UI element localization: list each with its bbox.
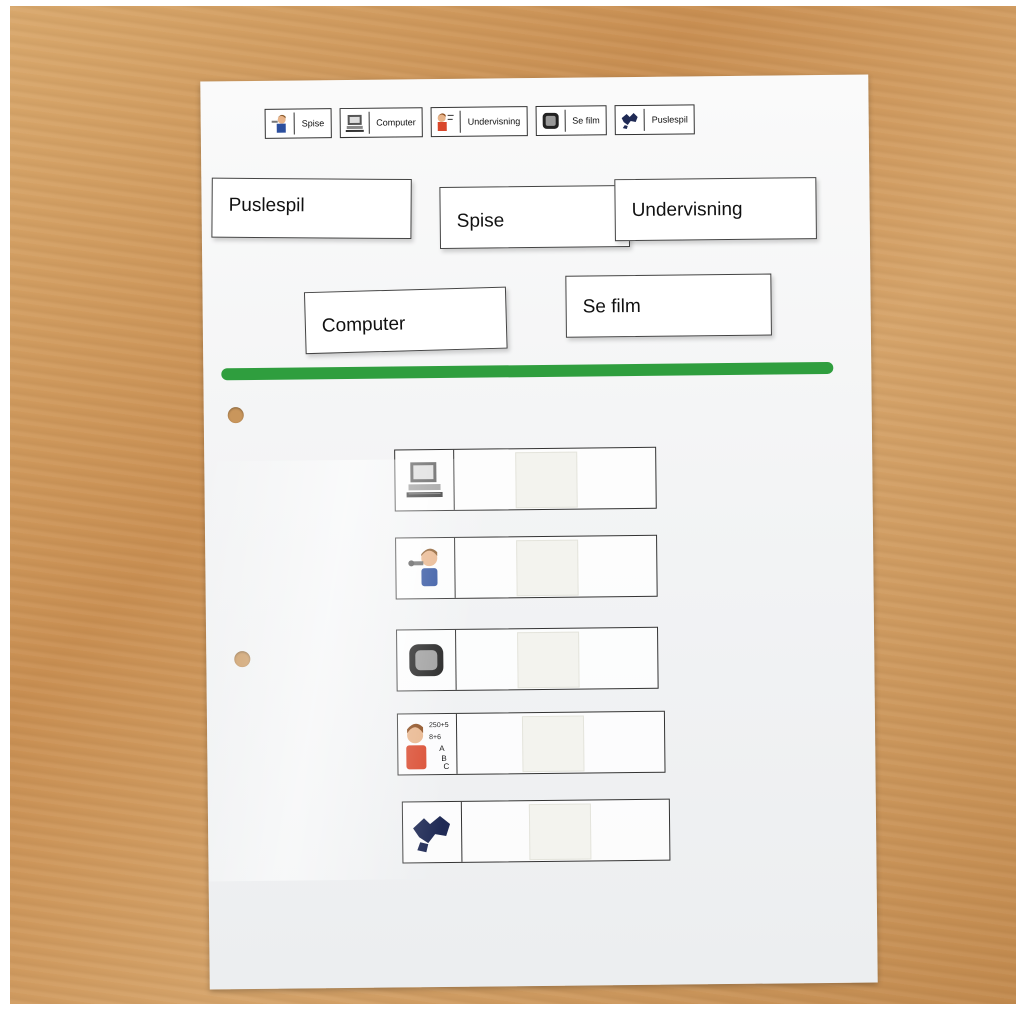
- word-card-computer[interactable]: Computer: [303, 286, 508, 355]
- velcro-pad: [528, 803, 592, 861]
- schedule-slot[interactable]: 250+5 8+6 A B C: [396, 710, 666, 776]
- puzzle-icon: [402, 801, 463, 863]
- velcro-pad: [521, 715, 585, 773]
- computer-icon: [343, 111, 370, 135]
- laminated-sheet: Spise Computer Undervisning Se film Pusl…: [200, 74, 878, 990]
- word-card-label: Undervisning: [631, 198, 743, 222]
- mini-card-computer[interactable]: Computer: [339, 107, 423, 139]
- word-card-label: Se film: [582, 295, 641, 318]
- velcro-pad: [515, 451, 578, 509]
- mini-card-puslespil[interactable]: Puslespil: [614, 104, 695, 136]
- green-divider-line: [221, 361, 834, 381]
- mini-card-label: Puslespil: [651, 114, 688, 125]
- svg-text:8+6: 8+6: [429, 734, 441, 741]
- tv-icon: [539, 109, 566, 132]
- computer-icon: [395, 449, 455, 511]
- picture-card-strip: Spise Computer Undervisning Se film Pusl…: [264, 104, 695, 139]
- word-card-label: Puslespil: [228, 194, 305, 217]
- eating-icon: [268, 112, 295, 135]
- teaching-icon: 250+5 8+6 A B C: [397, 713, 458, 775]
- word-card-label: Spise: [456, 210, 505, 232]
- word-card-undervisning[interactable]: Undervisning: [614, 177, 817, 242]
- mini-card-label: Undervisning: [467, 116, 521, 127]
- mini-card-label: Spise: [301, 118, 325, 129]
- punch-hole-bottom: [234, 651, 251, 668]
- schedule-slot[interactable]: [394, 446, 657, 512]
- velcro-pad: [516, 539, 579, 597]
- svg-text:C: C: [443, 762, 449, 771]
- mini-card-se-film[interactable]: Se film: [535, 105, 607, 137]
- mini-card-spise[interactable]: Spise: [264, 108, 332, 139]
- mini-card-label: Se film: [572, 115, 600, 126]
- punch-hole-top: [227, 407, 244, 424]
- schedule-slot[interactable]: [395, 534, 658, 600]
- schedule-slot[interactable]: [401, 798, 671, 864]
- velcro-pad: [517, 631, 580, 689]
- puzzle-icon: [618, 108, 645, 132]
- word-card-puslespil[interactable]: Puslespil: [211, 177, 412, 240]
- mini-card-undervisning[interactable]: Undervisning: [430, 106, 528, 138]
- svg-text:250+5: 250+5: [429, 722, 449, 729]
- word-card-label: Computer: [321, 313, 406, 337]
- schedule-slot[interactable]: [396, 626, 659, 692]
- word-card-spise[interactable]: Spise: [439, 185, 631, 250]
- eating-icon: [396, 537, 456, 599]
- mini-card-label: Computer: [376, 117, 416, 128]
- teaching-icon: [434, 110, 461, 134]
- photo-scene: Spise Computer Undervisning Se film Pusl…: [0, 0, 1016, 1010]
- tv-icon: [397, 629, 457, 691]
- word-card-se-film[interactable]: Se film: [565, 273, 772, 338]
- svg-text:A: A: [439, 744, 445, 753]
